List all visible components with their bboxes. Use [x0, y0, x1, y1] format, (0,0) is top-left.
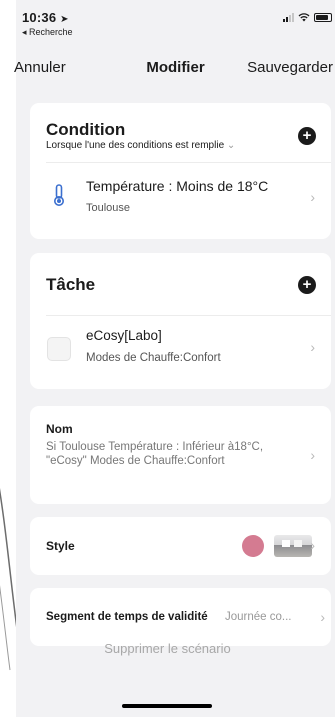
style-label: Style: [46, 539, 75, 553]
status-time: 10:36 ➤: [22, 10, 69, 25]
status-icons: [283, 13, 332, 22]
add-task-button[interactable]: +: [298, 276, 316, 294]
app-screen: 10:36 ➤ ◂ Recherche Modifier Annuler Sau…: [14, 0, 335, 717]
status-bar: 10:36 ➤ ◂ Recherche: [22, 10, 332, 44]
validity-value: Journée co...: [225, 611, 292, 623]
condition-card: Condition Lorsque l'une des conditions e…: [30, 103, 331, 239]
cancel-button[interactable]: Annuler: [14, 59, 66, 76]
thermometer-icon: [54, 184, 64, 206]
nav-bar: Modifier Annuler Sauvegarder: [14, 56, 335, 80]
chevron-down-icon: ⌄: [226, 140, 236, 151]
task-title: Tâche: [46, 275, 96, 294]
style-row[interactable]: Style ›: [30, 517, 331, 575]
delete-scenario-button[interactable]: Supprimer le scénario: [0, 641, 335, 656]
back-to-app-link[interactable]: ◂ Recherche: [22, 27, 73, 38]
name-value: Si Toulouse Température : Inférieur à18°…: [46, 441, 264, 467]
condition-mode-label: Lorsque l'une des conditions est remplie: [46, 140, 225, 151]
chevron-right-icon: ›: [310, 447, 315, 463]
task-card: Tâche + eCosy[Labo] Modes de Chauffe:Con…: [30, 253, 331, 389]
task-item[interactable]: eCosy[Labo] Modes de Chauffe:Confort ›: [30, 316, 331, 386]
wifi-icon: [298, 13, 310, 22]
condition-item-title: Température : Moins de 18°C: [86, 178, 269, 194]
condition-mode-selector[interactable]: Lorsque l'une des conditions est remplie…: [46, 140, 235, 151]
device-icon: [47, 337, 71, 361]
battery-icon: [314, 13, 332, 22]
condition-title: Condition: [46, 120, 126, 139]
home-indicator: [122, 704, 212, 708]
condition-item[interactable]: Température : Moins de 18°C Toulouse ›: [30, 163, 331, 233]
style-background-thumbnail: [274, 535, 312, 557]
condition-item-location: Toulouse: [86, 202, 131, 214]
chevron-right-icon: ›: [310, 339, 315, 355]
validity-label: Segment de temps de validité: [46, 611, 208, 623]
chevron-right-icon: ›: [320, 609, 325, 625]
chevron-right-icon: ›: [310, 537, 315, 553]
cellular-signal-icon: [283, 13, 294, 22]
save-button[interactable]: Sauvegarder: [247, 59, 333, 76]
add-condition-button[interactable]: +: [298, 127, 316, 145]
name-row[interactable]: Nom Si Toulouse Température : Inférieur …: [30, 406, 331, 504]
name-label: Nom: [46, 422, 73, 436]
chevron-right-icon: ›: [310, 189, 315, 205]
task-item-title: eCosy[Labo]: [86, 328, 162, 343]
validity-row[interactable]: Segment de temps de validité Journée co.…: [30, 588, 331, 646]
style-color-swatch: [242, 535, 264, 557]
task-item-detail: Modes de Chauffe:Confort: [86, 352, 221, 364]
